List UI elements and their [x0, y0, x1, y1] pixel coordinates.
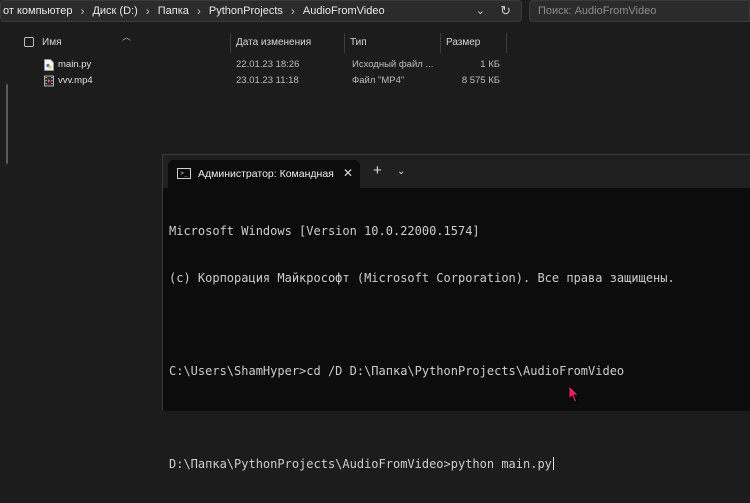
file-size: 1 КБ: [480, 59, 500, 70]
console-line: Microsoft Windows [Version 10.0.22000.15…: [169, 224, 480, 238]
console-line: (c) Корпорация Майкрософт (Microsoft Cor…: [169, 270, 675, 285]
chevron-right-icon: ›: [290, 4, 295, 18]
console-output[interactable]: Microsoft Windows [Version 10.0.22000.15…: [169, 193, 744, 503]
breadcrumb-item[interactable]: Папка: [156, 5, 191, 17]
column-header-date[interactable]: Дата изменения: [232, 33, 344, 53]
column-header-row: Имя Дата изменения Тип Размер: [0, 33, 510, 53]
breadcrumb-item[interactable]: AudioFromVideo: [301, 5, 387, 17]
terminal-tab-bar: >_ Администратор: Командная ✕ + ⌄: [163, 155, 750, 188]
column-divider[interactable]: [440, 33, 441, 53]
terminal-tab[interactable]: >_ Администратор: Командная ✕: [168, 160, 360, 188]
file-row[interactable]: main.py 22.01.23 18:26 Исходный файл ...…: [0, 57, 510, 73]
terminal-window: >_ Администратор: Командная ✕ + ⌄ Micros…: [162, 154, 750, 471]
chevron-right-icon: ›: [80, 4, 85, 18]
file-row[interactable]: vvv.mp4 23.01.23 11:18 Файл "MP4" 8 575 …: [0, 73, 510, 89]
column-divider[interactable]: [230, 33, 231, 53]
video-file-icon: [44, 75, 54, 87]
breadcrumb-label: AudioFromVideo: [302, 5, 385, 17]
breadcrumb-label: от компьютер: [3, 5, 73, 17]
column-header-size[interactable]: Размер: [442, 33, 506, 53]
chevron-down-icon[interactable]: ⌄: [397, 166, 405, 177]
breadcrumb-item[interactable]: Диск (D:): [90, 5, 139, 17]
column-header-name[interactable]: Имя: [38, 33, 228, 53]
address-bar[interactable]: от компьютер › Диск (D:) › Папка › Pytho…: [0, 0, 522, 22]
file-date: 22.01.23 18:26: [236, 59, 300, 70]
breadcrumb-item[interactable]: от компьютер: [1, 5, 74, 17]
chevron-right-icon: ›: [145, 4, 150, 18]
plus-icon[interactable]: +: [373, 163, 382, 178]
file-type: Файл "MP4": [352, 75, 405, 86]
search-box[interactable]: [529, 0, 750, 22]
breadcrumb-label: Диск (D:): [92, 5, 138, 17]
breadcrumb-item[interactable]: PythonProjects: [207, 5, 285, 17]
column-header-type[interactable]: Тип: [346, 33, 440, 53]
console-line: C:\Users\ShamHyper>cd /D D:\Папка\Python…: [169, 363, 625, 378]
breadcrumb-label: PythonProjects: [208, 5, 283, 17]
file-size: 8 575 КБ: [461, 75, 500, 86]
file-type: Исходный файл ...: [352, 59, 434, 70]
file-date: 23.01.23 11:18: [236, 75, 299, 86]
column-divider[interactable]: [506, 33, 507, 53]
tab-title: Администратор: Командная: [198, 168, 334, 180]
refresh-icon[interactable]: ↻: [500, 3, 511, 19]
chevron-down-icon[interactable]: ⌄: [476, 4, 485, 17]
console-command: D:\Папка\PythonProjects\AudioFromVideo>p…: [169, 456, 552, 471]
file-name: vvv.mp4: [58, 75, 93, 86]
console-prompt-line[interactable]: D:\Папка\PythonProjects\AudioFromVideo>p…: [169, 456, 744, 473]
navigation-pane-scrollbar[interactable]: [6, 84, 8, 164]
text-cursor: [552, 456, 554, 470]
column-divider[interactable]: [344, 33, 345, 53]
cmd-icon: >_: [177, 168, 191, 179]
search-input[interactable]: [536, 4, 730, 18]
mouse-pointer-icon: [568, 385, 580, 403]
chevron-right-icon: ›: [196, 4, 201, 18]
close-icon[interactable]: ✕: [343, 166, 353, 180]
breadcrumb-label: Папка: [157, 5, 189, 17]
python-file-icon: [44, 59, 54, 71]
file-name: main.py: [58, 59, 92, 70]
